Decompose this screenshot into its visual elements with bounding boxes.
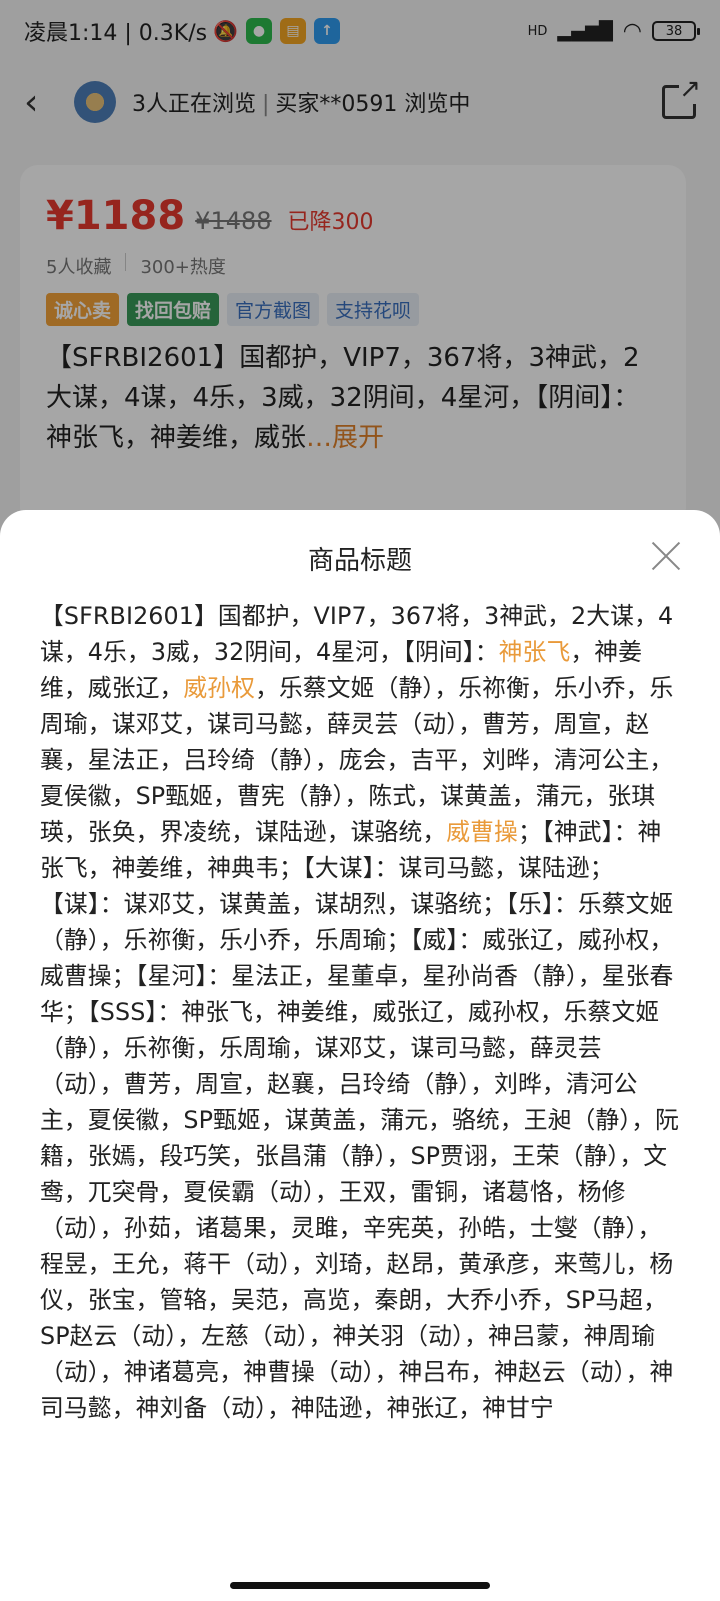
- title-highlight: 威孙权: [183, 674, 256, 702]
- title-highlight: 神张飞: [498, 638, 571, 666]
- home-indicator[interactable]: [230, 1582, 490, 1589]
- close-icon[interactable]: [650, 540, 682, 572]
- full-title-text: 【SFRBI2601】国都护，VIP7，367将，3神武，2大谋，4谋，4乐，3…: [40, 598, 680, 1558]
- title-highlight: 威曹操: [446, 818, 518, 846]
- title-segment: ；【神武】：神张飞，神姜维，神典韦；【大谋】：谋司马懿，谋陆逊；【谋】：谋邓艾，…: [40, 818, 680, 1422]
- title-bottom-sheet: 商品标题 【SFRBI2601】国都护，VIP7，367将，3神武，2大谋，4谋…: [0, 510, 720, 1601]
- sheet-title: 商品标题: [307, 546, 412, 576]
